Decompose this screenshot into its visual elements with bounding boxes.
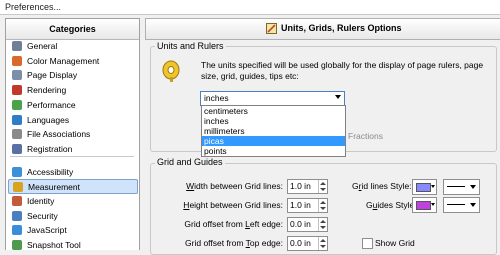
chevron-down-icon: [431, 203, 435, 206]
ruler-pencil-icon: [266, 23, 277, 34]
panel-title: Units, Grids, Rulers Options: [281, 23, 402, 33]
sidebar-item-label: Snapshot Tool: [27, 240, 81, 250]
sidebar-item-measurement[interactable]: Measurement: [8, 179, 138, 195]
grid-guides-title: Grid and Guides: [155, 157, 225, 167]
sidebar-item-javascript[interactable]: JavaScript: [8, 223, 136, 237]
color-management-icon: [12, 55, 22, 66]
grid-field-label: Height between Grid lines:: [183, 200, 283, 210]
units-rulers-title: Units and Rulers: [155, 41, 226, 51]
grid-field-value: 0.0 in: [290, 238, 311, 248]
measurement-icon: [13, 182, 23, 193]
sidebar-item-registration[interactable]: Registration: [8, 142, 136, 156]
units-dropdown-list: centimeters inches millimeters picas points: [201, 105, 346, 157]
grid-lines-style-dropdown[interactable]: [443, 179, 480, 195]
grid-field-value: 0.0 in: [290, 219, 311, 229]
title-bar: Preferences...: [0, 0, 500, 15]
fractions-label: Fractions: [348, 131, 383, 141]
registration-icon: [12, 143, 22, 154]
grid-field-input[interactable]: 0.0 in: [287, 217, 328, 232]
measurement-tape-icon: [162, 60, 180, 82]
spinner-arrows-icon[interactable]: [318, 218, 327, 231]
line-style-preview: [447, 204, 465, 205]
line-style-preview: [447, 186, 465, 187]
grid-field-label: Grid offset from Left edge:: [184, 219, 283, 229]
grid-field-value: 1.0 in: [290, 181, 311, 191]
sidebar-item-label: Color Management: [27, 55, 100, 66]
sidebar-item-label: Page Display: [27, 70, 78, 81]
categories-header: Categories: [6, 19, 139, 40]
sidebar-item-label: File Associations: [27, 129, 91, 140]
guides-color-button[interactable]: [412, 197, 437, 213]
categories-panel: Categories General Color Management Page D…: [5, 18, 140, 250]
accessibility-icon: [12, 166, 22, 177]
units-option-label: inches: [204, 116, 229, 126]
grid-field-label: Width between Grid lines:: [186, 181, 283, 191]
sidebar-item-label: Languages: [27, 114, 70, 125]
guides-style-label: Guides Style:: [366, 200, 417, 210]
units-selected-value: inches: [204, 93, 229, 103]
grid-lines-style-label: Grid lines Style:: [352, 181, 412, 191]
show-grid-label[interactable]: Show Grid: [375, 238, 415, 248]
security-icon: [12, 210, 22, 221]
sidebar-item-page-display[interactable]: Page Display: [8, 68, 136, 82]
units-option-label: picas: [204, 136, 224, 146]
javascript-icon: [12, 225, 22, 236]
sidebar-item-label: Accessibility: [27, 166, 74, 177]
guides-style-dropdown[interactable]: [443, 197, 480, 213]
units-option-label: points: [204, 146, 227, 156]
grid-field-input[interactable]: 1.0 in: [287, 179, 328, 194]
grid-lines-color-swatch: [416, 183, 431, 192]
sidebar-item-label: JavaScript: [27, 225, 67, 236]
spinner-arrows-icon[interactable]: [318, 237, 327, 250]
sidebar-item-label: General: [27, 41, 58, 51]
chevron-down-icon: [470, 203, 476, 207]
sidebar-item-label: Rendering: [27, 85, 67, 96]
chevron-down-icon: [470, 185, 476, 189]
languages-icon: [12, 114, 22, 125]
sidebar-item-accessibility[interactable]: Accessibility: [8, 165, 136, 179]
units-option-inches[interactable]: inches: [202, 116, 345, 126]
units-option-centimeters[interactable]: centimeters: [202, 106, 345, 116]
units-option-picas[interactable]: picas: [202, 136, 345, 146]
sidebar-item-security[interactable]: Security: [8, 209, 136, 223]
show-grid-checkbox[interactable]: [362, 238, 373, 249]
guides-color-swatch: [416, 201, 431, 210]
sidebar-item-general[interactable]: General: [8, 39, 136, 53]
units-dropdown[interactable]: inches: [200, 91, 345, 106]
sidebar-item-color-management[interactable]: Color Management: [8, 54, 136, 68]
window-title: Preferences...: [5, 2, 62, 12]
sidebar-item-identity[interactable]: Identity: [8, 194, 136, 208]
sidebar-item-performance[interactable]: Performance: [8, 98, 136, 112]
sidebar-item-snapshot-tool[interactable]: Snapshot Tool: [8, 238, 136, 250]
grid-lines-color-button[interactable]: [412, 179, 437, 195]
spinner-arrows-icon[interactable]: [318, 180, 327, 193]
units-option-label: centimeters: [204, 106, 248, 116]
units-option-label: millimeters: [204, 126, 245, 136]
sidebar-item-file-associations[interactable]: File Associations: [8, 127, 136, 141]
panel-header: Units, Grids, Rulers Options: [145, 18, 500, 40]
grid-field-value: 1.0 in: [290, 200, 311, 210]
units-option-millimeters[interactable]: millimeters: [202, 126, 345, 136]
grid-field-label: Grid offset from Top edge:: [185, 238, 283, 248]
identity-icon: [12, 196, 22, 206]
sidebar-item-label: Registration: [27, 143, 73, 154]
rendering-icon: [12, 85, 22, 96]
chevron-down-icon: [431, 185, 435, 188]
performance-icon: [12, 99, 22, 110]
units-option-points[interactable]: points: [202, 146, 345, 156]
general-icon: [12, 41, 22, 51]
units-description: The units specified will be used globall…: [201, 60, 484, 81]
page-display-icon: [12, 70, 22, 81]
sidebar-item-label: Measurement: [28, 182, 80, 193]
sidebar-item-label: Security: [27, 210, 58, 221]
grid-field-input[interactable]: 1.0 in: [287, 198, 328, 213]
spinner-arrows-icon[interactable]: [318, 199, 327, 212]
sidebar-item-languages[interactable]: Languages: [8, 113, 136, 127]
sidebar-item-label: Performance: [27, 99, 76, 110]
sidebar-item-label: Identity: [27, 196, 55, 206]
chevron-down-icon[interactable]: [335, 95, 341, 99]
file-associations-icon: [12, 129, 22, 140]
sidebar-item-rendering[interactable]: Rendering: [8, 83, 136, 97]
categories-divider: [10, 156, 134, 157]
